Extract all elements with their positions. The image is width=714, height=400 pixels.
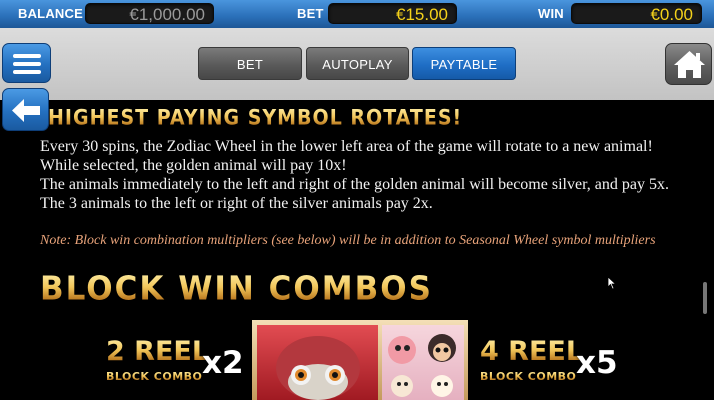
balance-label: BALANCE xyxy=(18,6,83,21)
tab-autoplay[interactable]: AUTOPLAY xyxy=(306,47,409,80)
bet-label: BET xyxy=(297,6,324,21)
bet-value: €15.00 xyxy=(328,3,457,24)
left-arrow-icon xyxy=(12,99,40,122)
combo-4-reel-title: 4 REEL xyxy=(480,336,584,367)
combo-symbol-illustration xyxy=(252,320,468,400)
tab-paytable[interactable]: PAYTABLE xyxy=(412,47,516,80)
combo-2-reel-multiplier: x2 xyxy=(202,345,244,381)
rules-paragraph-2: The animals immediately to the left and … xyxy=(40,176,669,212)
balance-value: €1,000.00 xyxy=(85,3,214,24)
combo-4-reel-multiplier: x5 xyxy=(576,345,618,381)
scrollbar-thumb[interactable] xyxy=(703,282,707,314)
tab-bet[interactable]: BET xyxy=(198,47,302,80)
rules-paragraph-1: Every 30 spins, the Zodiac Wheel in the … xyxy=(40,138,653,174)
section-heading: HIGHEST PAYING SYMBOL ROTATES! xyxy=(48,106,463,131)
rules-text: Every 30 spins, the Zodiac Wheel in the … xyxy=(40,137,690,213)
win-value: €0.00 xyxy=(571,3,702,24)
win-label: WIN xyxy=(538,6,564,21)
home-button[interactable] xyxy=(665,43,712,85)
combo-4-reel-subtitle: BLOCK COMBO xyxy=(480,370,577,383)
combo-2-reel-subtitle: BLOCK COMBO xyxy=(106,370,203,383)
multiplier-note: Note: Block win combination multipliers … xyxy=(40,233,656,248)
block-win-title: BLOCK WIN COMBOS xyxy=(40,270,433,308)
mouse-cursor-icon xyxy=(607,276,617,290)
back-button[interactable] xyxy=(2,88,49,131)
menu-button[interactable] xyxy=(2,43,51,83)
status-bar: BALANCE €1,000.00 BET €15.00 WIN €0.00 xyxy=(0,0,714,28)
combo-2-reel-title: 2 REEL xyxy=(106,336,210,367)
home-icon xyxy=(674,51,705,78)
